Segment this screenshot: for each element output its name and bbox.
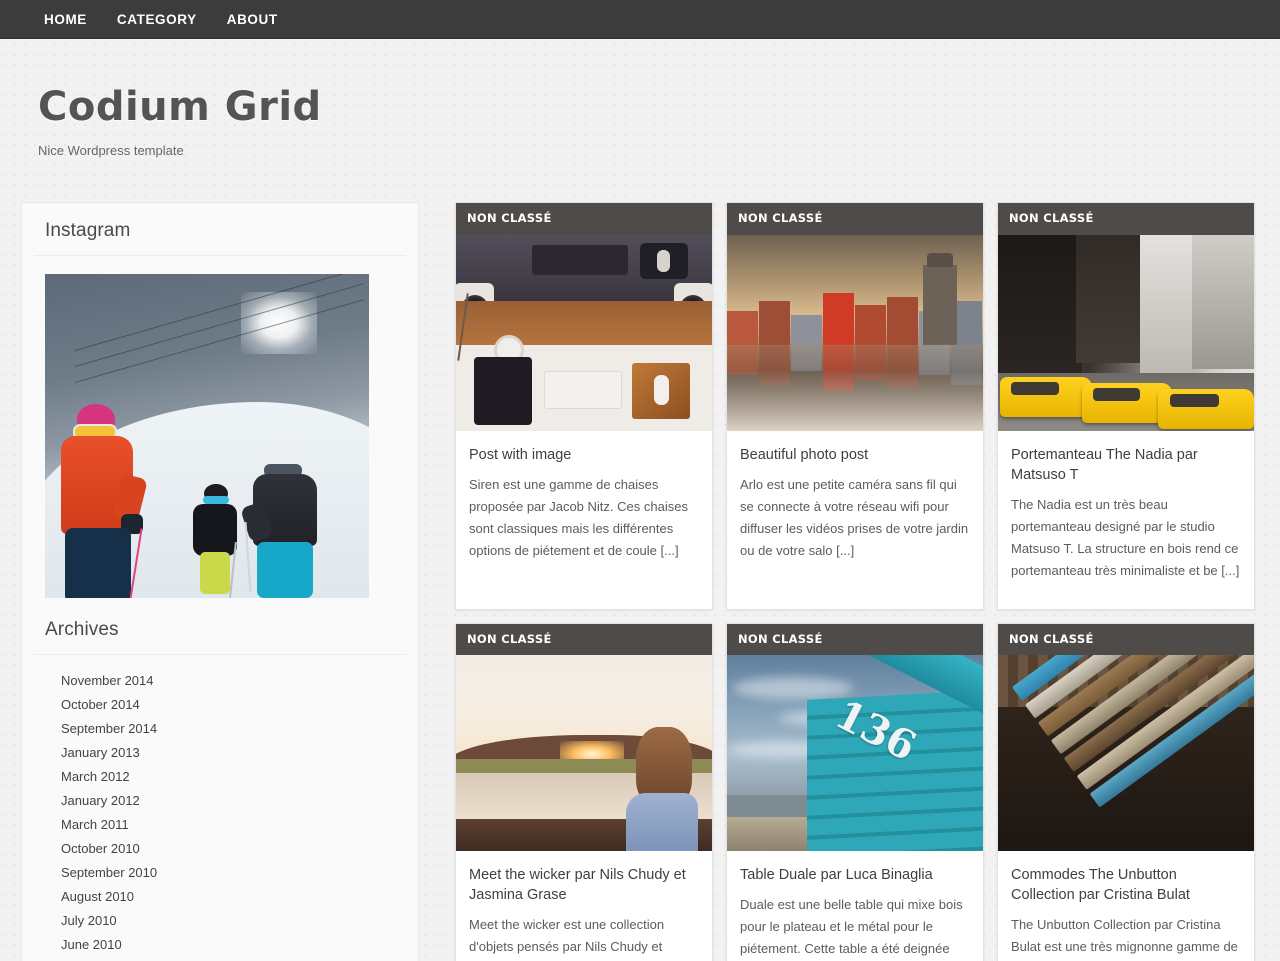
list-item: January 2013 <box>45 741 406 765</box>
post-card[interactable]: Non classé Post with image Siren est une… <box>455 202 713 610</box>
post-card[interactable]: Non classé Commodes The Unbutton Collect… <box>997 623 1255 961</box>
archive-link[interactable]: March 2012 <box>45 767 406 786</box>
archive-link[interactable]: October 2010 <box>45 839 406 858</box>
post-card[interactable]: Non classé Meet the wicker par Nils Chud… <box>455 623 713 961</box>
site-header: Codium Grid Nice Wordpress template <box>0 39 1280 158</box>
archive-link[interactable]: August 2010 <box>45 887 406 906</box>
post-card[interactable]: Non classé <box>726 202 984 610</box>
post-excerpt: Siren est une gamme de chaises proposée … <box>469 474 699 562</box>
post-excerpt: The Nadia est un très beau portemanteau … <box>1011 494 1241 582</box>
post-title[interactable]: Post with image <box>469 445 699 465</box>
widget-instagram: Instagram <box>34 203 406 602</box>
list-item: March 2012 <box>45 765 406 789</box>
list-item: October 2010 <box>45 837 406 861</box>
archive-link[interactable]: June 2010 <box>45 935 406 954</box>
list-item: August 2010 <box>45 885 406 909</box>
archive-link[interactable]: March 2011 <box>45 815 406 834</box>
post-title[interactable]: Table Duale par Luca Binaglia <box>740 865 970 885</box>
post-grid: Non classé Post with image Siren est une… <box>455 202 1256 961</box>
post-thumbnail-reclaimed-wood[interactable] <box>998 655 1254 851</box>
list-item: November 2014 <box>45 669 406 693</box>
list-item: September 2010 <box>45 861 406 885</box>
list-item: October 2014 <box>45 693 406 717</box>
skier-blue-pants <box>253 446 323 598</box>
archive-link[interactable]: July 2010 <box>45 911 406 930</box>
nav-item-home[interactable]: HOME <box>44 12 87 27</box>
post-thumbnail-blue-beach-hut[interactable]: 136 <box>727 655 983 851</box>
instagram-widget-title: Instagram <box>34 203 406 256</box>
archive-link[interactable]: January 2013 <box>45 743 406 762</box>
archives-list: November 2014 October 2014 September 201… <box>34 655 406 961</box>
post-thumbnail-desk-workspace[interactable] <box>456 235 712 431</box>
list-item: March 2011 <box>45 813 406 837</box>
post-excerpt: The Unbutton Collection par Cristina Bul… <box>1011 914 1241 958</box>
cable-line-2 <box>75 283 364 367</box>
archive-link[interactable]: November 2014 <box>45 671 406 690</box>
nav-item-category[interactable]: CATEGORY <box>117 12 197 27</box>
post-card[interactable]: Non classé Portemanteau The Nadia par Ma… <box>997 202 1255 610</box>
skier-red-jacket <box>59 404 141 598</box>
post-category-badge[interactable]: Non classé <box>998 624 1254 656</box>
post-title[interactable]: Beautiful photo post <box>740 445 970 465</box>
archives-widget-title: Archives <box>34 602 406 655</box>
post-title[interactable]: Meet the wicker par Nils Chudy et Jasmin… <box>469 865 699 905</box>
post-category-badge[interactable]: Non classé <box>456 203 712 235</box>
list-item: January 2012 <box>45 789 406 813</box>
post-thumbnail-waterfront-houses[interactable] <box>727 235 983 431</box>
site-tagline: Nice Wordpress template <box>38 143 1280 158</box>
archive-link[interactable]: September 2014 <box>45 719 406 738</box>
post-excerpt: Arlo est une petite caméra sans fil qui … <box>740 474 970 562</box>
post-card[interactable]: Non classé 136 Table Duale par Luca Bina… <box>726 623 984 961</box>
sidebar: Instagram <box>21 202 419 961</box>
cable-line-3 <box>75 299 364 383</box>
page-layout: Instagram <box>0 202 1280 961</box>
post-category-badge[interactable]: Non classé <box>456 624 712 656</box>
post-category-badge[interactable]: Non classé <box>998 203 1254 235</box>
archive-link[interactable]: January 2012 <box>45 791 406 810</box>
post-excerpt: Duale est une belle table qui mixe bois … <box>740 894 970 961</box>
list-item: June 2010 <box>45 933 406 957</box>
nav-item-about[interactable]: ABOUT <box>227 12 278 27</box>
post-title[interactable]: Portemanteau The Nadia par Matsuso T <box>1011 445 1241 485</box>
widget-archives: Archives November 2014 October 2014 Sept… <box>34 602 406 961</box>
list-item: September 2014 <box>45 717 406 741</box>
post-category-badge[interactable]: Non classé <box>727 203 983 235</box>
skier-yellow-pants <box>191 484 239 596</box>
post-title[interactable]: Commodes The Unbutton Collection par Cri… <box>1011 865 1241 905</box>
archive-link[interactable]: October 2014 <box>45 695 406 714</box>
post-category-badge[interactable]: Non classé <box>727 624 983 656</box>
post-excerpt: Meet the wicker est une collection d'obj… <box>469 914 699 958</box>
post-thumbnail-yellow-taxis[interactable] <box>998 235 1254 431</box>
site-title[interactable]: Codium Grid <box>38 87 1280 127</box>
instagram-photo[interactable] <box>45 274 369 598</box>
main-navigation: HOME CATEGORY ABOUT <box>0 0 1280 39</box>
archive-link[interactable]: September 2010 <box>45 863 406 882</box>
list-item: July 2010 <box>45 909 406 933</box>
list-item: May 2010 <box>45 957 406 961</box>
post-thumbnail-sunset-lake[interactable] <box>456 655 712 851</box>
